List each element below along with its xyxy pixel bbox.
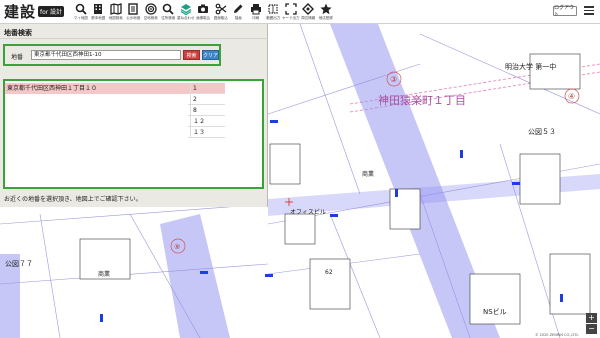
top-toolbar: 建設 for 設計 マイ地図 謄本地図 地図検索 公示地価 空地検索 住所検索 xyxy=(0,0,600,24)
tool-vacant-search[interactable]: 空地検索 xyxy=(142,0,160,23)
frame-icon xyxy=(285,2,297,15)
tool-land-price[interactable]: 公示地価 xyxy=(125,0,143,23)
result-address: 東京都千代田区西神田１丁目１０ xyxy=(7,85,98,92)
hint-text: お近くの地番を選択頂き、地図上でご確認下さい。 xyxy=(4,196,142,203)
tool-overlay[interactable]: 重ね合わせ xyxy=(177,0,195,23)
scissors-icon xyxy=(215,3,227,14)
location-icon xyxy=(302,2,315,15)
tool-print[interactable]: 印刷 xyxy=(247,0,265,23)
tool-list: マイ地図 謄本地図 地図検索 公示地価 空地検索 住所検索 重ね合わせ 画像取込… xyxy=(72,0,335,23)
search-form: 地番 東京都千代田区西神田1-10 検索 クリア xyxy=(3,44,221,66)
tool-label: 範囲出力 xyxy=(266,15,281,20)
tool-label: マイ地図 xyxy=(73,15,88,20)
brand-logo[interactable]: 建設 for 設計 xyxy=(0,0,72,23)
tool-label: 印刷 xyxy=(252,15,260,20)
map-label-shop2: 商業 xyxy=(98,270,110,278)
tool-label: 画像取込 xyxy=(196,15,211,20)
hamburger-menu-icon[interactable] xyxy=(582,4,596,18)
map-label-park: 公図５３ xyxy=(528,128,556,136)
map-label-ns-building: NSビル xyxy=(483,307,507,316)
search-button[interactable]: 検索 xyxy=(183,50,200,60)
brand-badge: for 設計 xyxy=(38,6,65,17)
map-label-circle4: ④ xyxy=(568,92,575,101)
zoom-in-button[interactable]: + xyxy=(586,313,597,323)
tool-label: 地図検索 xyxy=(108,15,123,20)
tool-drawing-import[interactable]: 図面取込 xyxy=(212,0,230,23)
map-label-num9: ⑨ xyxy=(174,243,180,251)
star-icon xyxy=(320,3,332,14)
search-icon xyxy=(162,3,174,15)
tool-draw[interactable]: 描画 xyxy=(230,0,248,23)
map-label-circle3: ③ xyxy=(390,75,397,84)
parcel-search-input[interactable]: 東京都千代田区西神田1-10 xyxy=(31,50,181,60)
tool-map-search[interactable]: 地図検索 xyxy=(107,0,125,23)
zoom-controls: + − xyxy=(586,313,598,335)
map-copyright: © 2020 ZENRIN CO.,LTD. xyxy=(535,333,579,337)
pencil-icon xyxy=(234,4,243,13)
tool-label: 空地検索 xyxy=(143,15,158,20)
map-label-park-left: 公図７７ xyxy=(5,260,33,268)
tool-registry-map[interactable]: 謄本地図 xyxy=(90,0,108,23)
tool-nearby-info[interactable]: 周辺情報 xyxy=(300,0,318,23)
parcel-search-panel: 地番検索 地番 東京都千代田区西神田1-10 検索 クリア 東京都千代田区西神田… xyxy=(0,24,268,207)
search-icon xyxy=(75,3,87,15)
tool-label: 重ね合わせ xyxy=(177,15,195,20)
tool-label: 謄本地図 xyxy=(91,15,106,20)
camera-icon xyxy=(198,4,209,13)
brand-name: 建設 xyxy=(4,3,37,21)
tool-label: 他店登録 xyxy=(318,15,333,20)
tool-label: 描画 xyxy=(234,15,242,20)
search-label: 地番 xyxy=(11,54,24,61)
result-list: 東京都千代田区西神田１丁目１０ 1 2 8 １２ １３ xyxy=(3,79,264,189)
logout-button[interactable]: ログアウト xyxy=(553,5,577,18)
map-label-school: 明治大学 第一中 xyxy=(505,62,556,71)
tool-label: 住所検索 xyxy=(161,15,176,20)
signal-icon xyxy=(145,2,157,15)
map-label-office: オフィスビル xyxy=(290,208,326,216)
divider xyxy=(0,38,268,39)
tool-yard-output[interactable]: ヤード出力 xyxy=(282,0,300,23)
zoom-out-button[interactable]: − xyxy=(586,324,597,334)
panel-title: 地番検索 xyxy=(4,29,32,37)
map-label-num62: 62 xyxy=(325,269,333,276)
map-icon xyxy=(110,2,122,15)
crop-icon xyxy=(268,3,278,14)
tool-label: 公示地価 xyxy=(126,15,141,20)
tool-image-import[interactable]: 画像取込 xyxy=(195,0,213,23)
document-icon xyxy=(128,2,138,15)
building-icon xyxy=(94,3,103,14)
printer-icon xyxy=(250,3,261,14)
layers-icon xyxy=(180,3,192,15)
tool-label: 周辺情報 xyxy=(301,15,316,20)
tool-range-output[interactable]: 範囲出力 xyxy=(265,0,283,23)
tool-my-map[interactable]: マイ地図 xyxy=(72,0,90,23)
map-label-district: 神田猿楽町１丁目 xyxy=(378,93,466,107)
map-label-shop: 商業 xyxy=(362,170,374,178)
clear-button[interactable]: クリア xyxy=(202,50,219,60)
tool-label: 図面取込 xyxy=(213,15,228,20)
tool-address-search[interactable]: 住所検索 xyxy=(160,0,178,23)
tool-other-store[interactable]: 他店登録 xyxy=(317,0,335,23)
tool-label: ヤード出力 xyxy=(282,15,300,20)
